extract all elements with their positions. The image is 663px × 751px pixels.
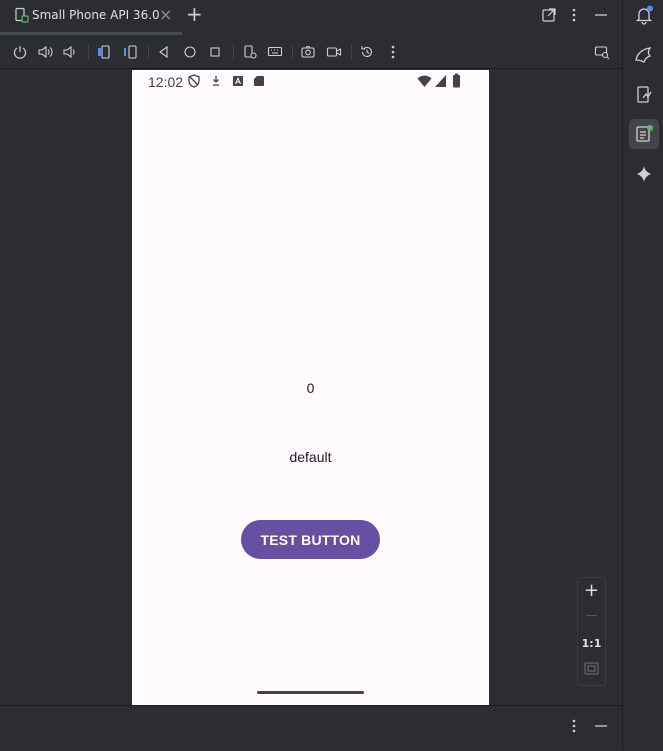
toolbar-separator bbox=[233, 44, 234, 60]
cellular-signal-icon bbox=[435, 75, 446, 87]
power-icon[interactable] bbox=[12, 44, 28, 60]
home-icon[interactable] bbox=[182, 44, 198, 60]
screenshot-icon[interactable] bbox=[300, 44, 316, 60]
toolbar-separator bbox=[148, 44, 149, 60]
ai-sparkle-icon[interactable] bbox=[634, 164, 654, 184]
status-time: 12:02 bbox=[148, 74, 184, 90]
device-settings-icon[interactable] bbox=[242, 44, 258, 60]
bottom-bar bbox=[0, 705, 622, 751]
tab-bar: Small Phone API 36.0 × + bbox=[0, 0, 622, 35]
text-app-icon bbox=[233, 76, 243, 86]
device-mirror-icon[interactable] bbox=[594, 44, 610, 60]
open-external-icon[interactable] bbox=[541, 7, 557, 23]
default-text: default bbox=[289, 449, 332, 465]
zoom-panel: + — 1:1 bbox=[577, 577, 606, 686]
counter-text: 0 bbox=[306, 380, 315, 396]
device-manager-icon bbox=[15, 7, 29, 23]
minimize-icon[interactable] bbox=[593, 7, 609, 23]
zoom-out-button[interactable]: — bbox=[578, 608, 605, 622]
more-vertical-icon[interactable] bbox=[566, 7, 582, 23]
more-vertical-icon[interactable] bbox=[566, 718, 582, 734]
gemini-cloud-icon[interactable] bbox=[634, 45, 654, 65]
battery-icon bbox=[453, 73, 460, 88]
screen-record-icon[interactable] bbox=[326, 44, 342, 60]
keyboard-icon[interactable] bbox=[267, 44, 283, 60]
actual-size-button[interactable]: 1:1 bbox=[578, 637, 605, 650]
toolbar-separator bbox=[88, 44, 89, 60]
rotate-right-icon[interactable] bbox=[123, 44, 139, 60]
tab-small-phone[interactable]: Small Phone API 36.0 × bbox=[0, 0, 182, 35]
zoom-in-button[interactable]: + bbox=[578, 580, 605, 601]
right-tool-strip bbox=[622, 0, 663, 750]
toolbar-separator bbox=[351, 44, 352, 60]
volume-up-icon[interactable] bbox=[37, 44, 53, 60]
tab-active-indicator bbox=[0, 32, 182, 35]
test-button[interactable]: TEST BUTTON bbox=[241, 520, 380, 559]
snapshot-icon[interactable] bbox=[359, 44, 375, 60]
fit-screen-icon[interactable] bbox=[584, 662, 599, 675]
rotate-left-icon[interactable] bbox=[96, 44, 112, 60]
gesture-home-indicator[interactable] bbox=[257, 691, 364, 694]
notifications-icon[interactable] bbox=[634, 5, 654, 25]
emulator-toolbar bbox=[0, 36, 622, 69]
shield-icon bbox=[188, 74, 200, 88]
download-icon bbox=[213, 76, 219, 86]
volume-down-icon[interactable] bbox=[62, 44, 78, 60]
new-tab-icon[interactable]: + bbox=[186, 2, 203, 26]
toolbar-separator bbox=[292, 44, 293, 60]
device-manager-icon[interactable] bbox=[634, 124, 654, 144]
back-icon[interactable] bbox=[156, 44, 172, 60]
running-devices-icon[interactable] bbox=[634, 85, 654, 105]
phone-screen[interactable]: 12:02 0 default TEST BUTTON bbox=[132, 70, 489, 705]
close-tab-icon[interactable]: × bbox=[159, 5, 172, 24]
minimize-icon[interactable] bbox=[593, 718, 609, 734]
tab-label: Small Phone API 36.0 bbox=[32, 8, 160, 22]
sd-card-icon bbox=[254, 76, 264, 86]
overview-icon[interactable] bbox=[207, 44, 223, 60]
more-vertical-icon[interactable] bbox=[385, 44, 401, 60]
wifi-icon bbox=[417, 75, 432, 87]
